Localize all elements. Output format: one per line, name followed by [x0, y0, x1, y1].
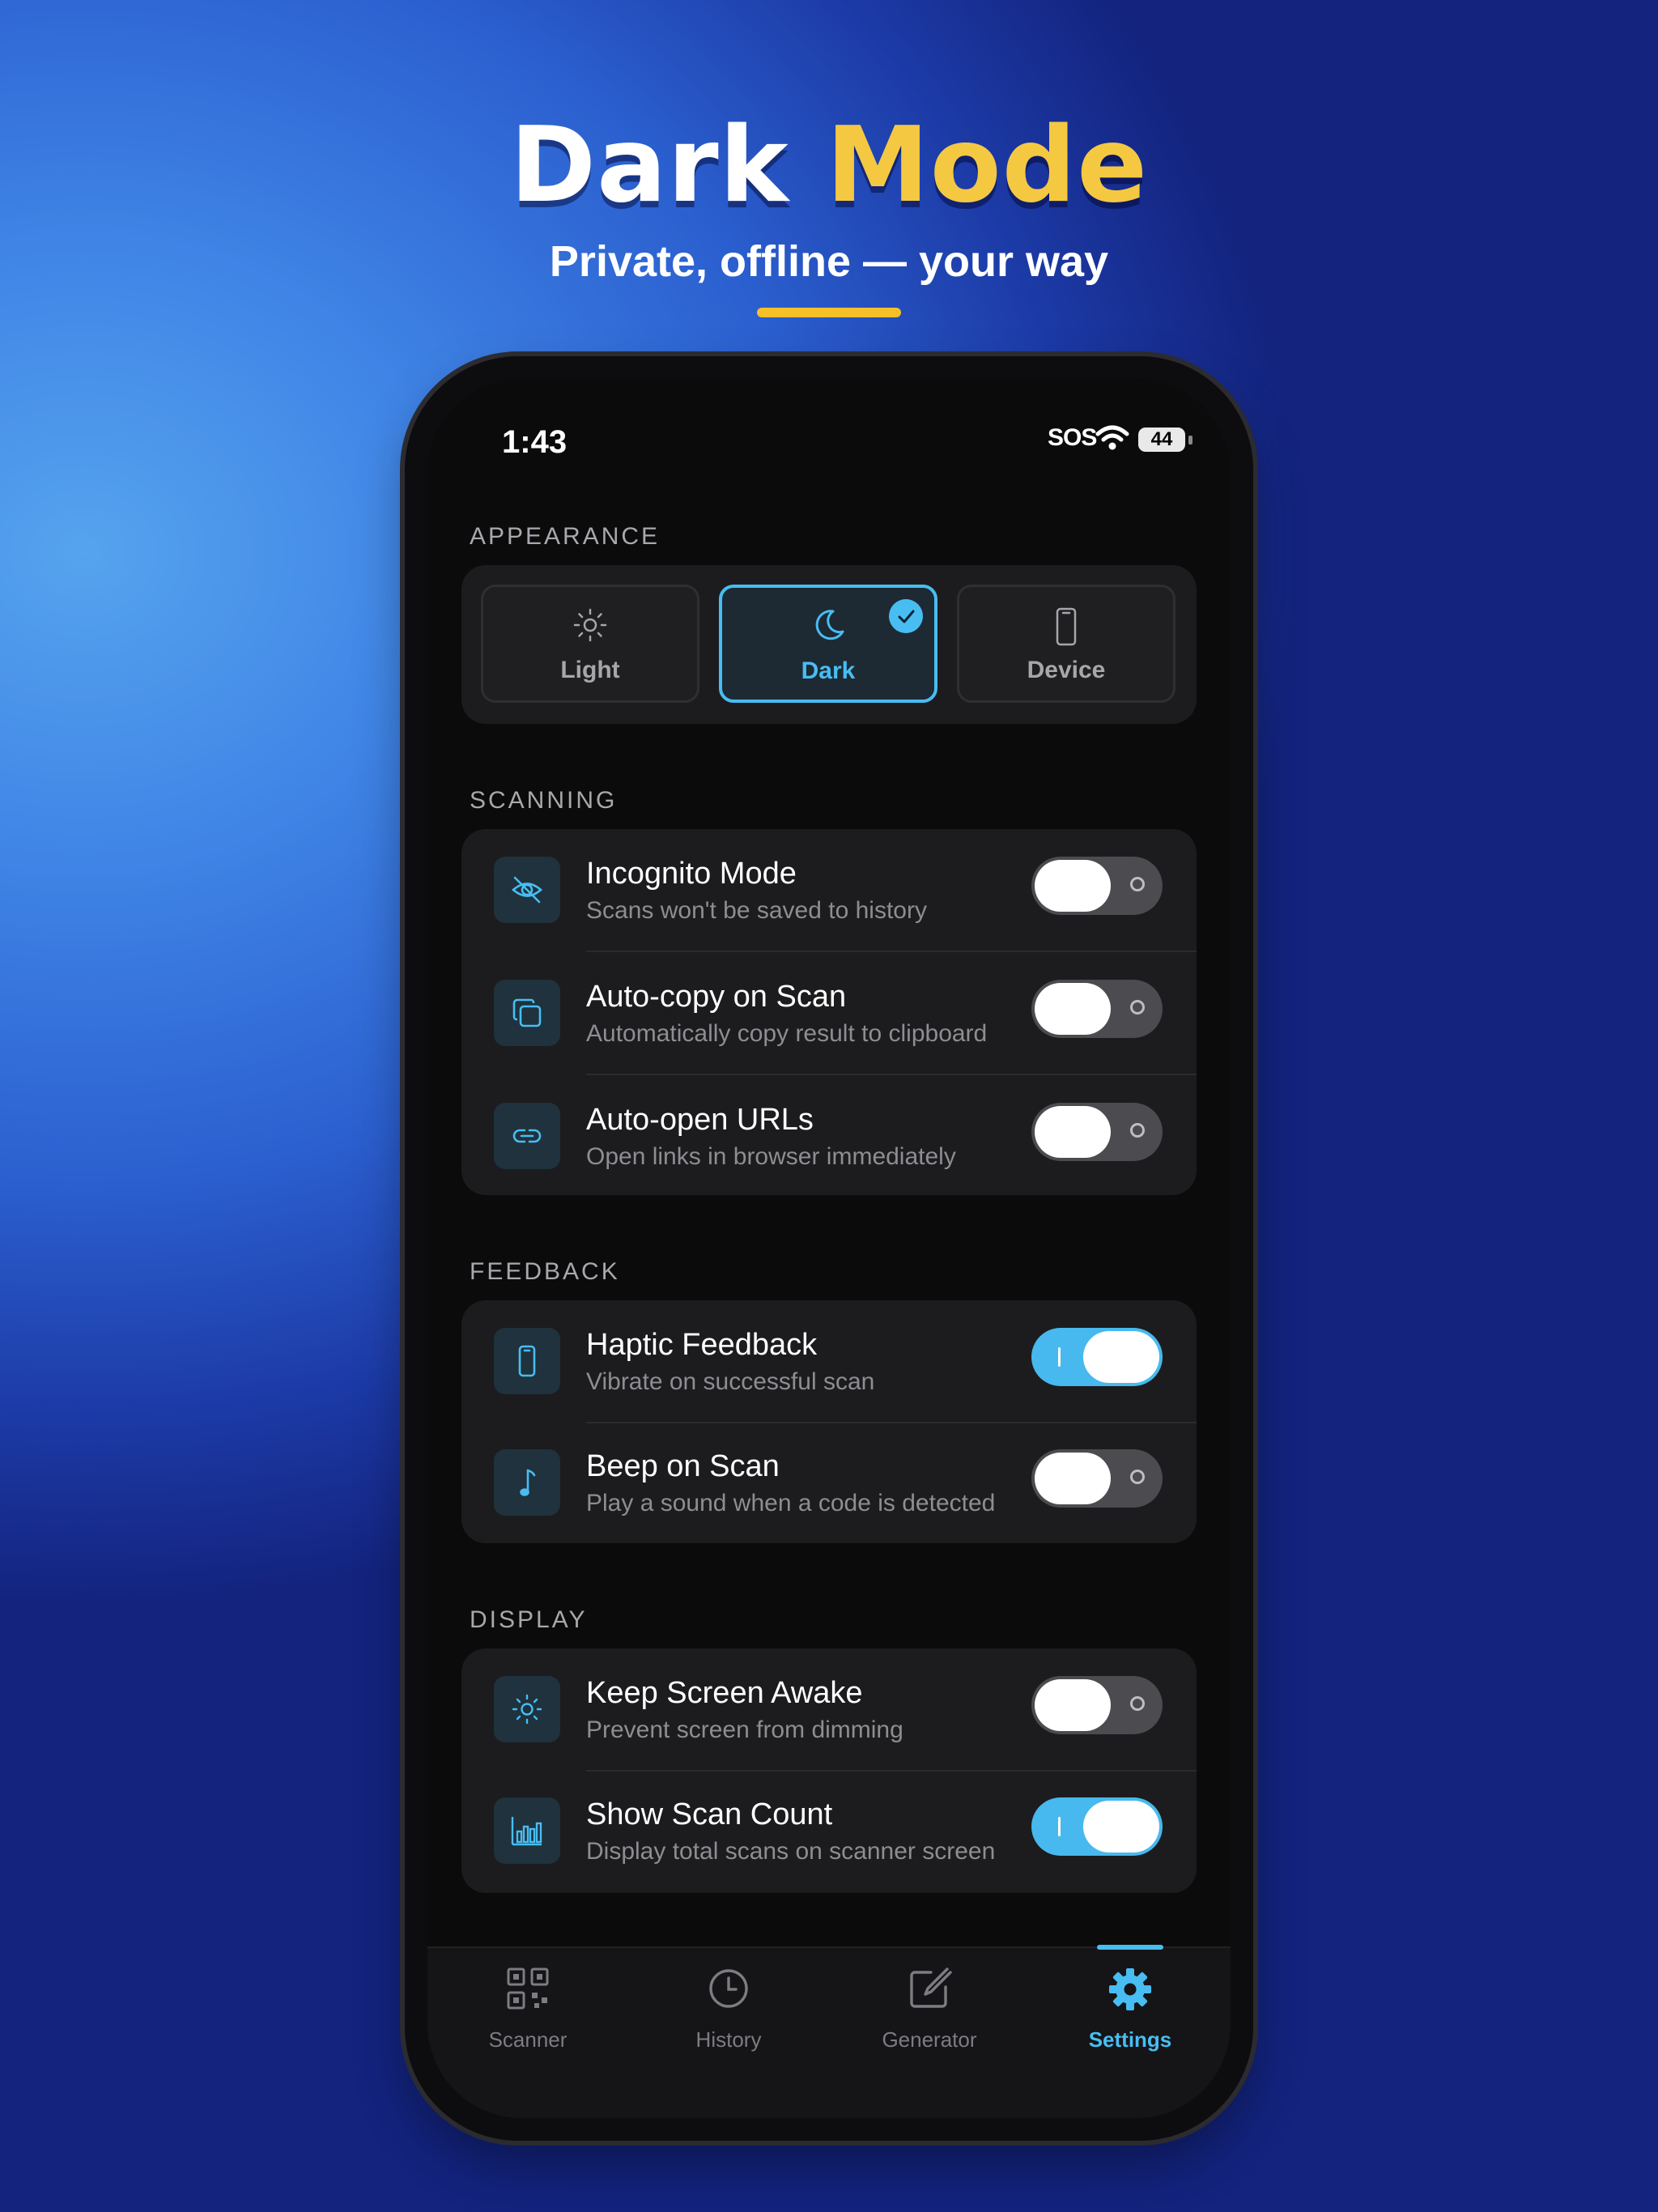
- active-tab-indicator: [1097, 1945, 1163, 1950]
- auto-copy-toggle[interactable]: [1031, 980, 1163, 1038]
- gear-icon: [1107, 1966, 1154, 2017]
- setting-subtitle: Display total scans on scanner screen: [586, 1838, 996, 1865]
- phone-screen: 1:43 SOS 44 APPEARANCE Light Dark Device…: [427, 379, 1231, 2118]
- setting-subtitle: Scans won't be saved to history: [586, 897, 927, 924]
- setting-subtitle: Play a sound when a code is detected: [586, 1490, 996, 1516]
- tab-label: History: [695, 2027, 762, 2052]
- tab-history[interactable]: History: [628, 1948, 829, 2061]
- beep-toggle[interactable]: [1031, 1449, 1163, 1508]
- setting-row-haptic: Haptic Feedback Vibrate on successful sc…: [461, 1300, 1197, 1423]
- display-card: Keep Screen Awake Prevent screen from di…: [461, 1648, 1197, 1893]
- haptic-toggle[interactable]: [1031, 1328, 1163, 1386]
- incognito-toggle[interactable]: [1031, 857, 1163, 915]
- tab-scanner[interactable]: Scanner: [427, 1948, 628, 2061]
- phone-icon: [1048, 606, 1085, 651]
- appearance-option-dark[interactable]: Dark: [719, 585, 937, 703]
- hero-subtitle: Private, offline — your way: [549, 237, 1109, 286]
- tab-bar: Scanner History Generator Settings: [427, 1945, 1231, 2118]
- appearance-option-label: Light: [560, 657, 620, 683]
- appearance-card: Light Dark Device: [461, 565, 1197, 724]
- setting-title: Keep Screen Awake: [586, 1676, 863, 1710]
- edit-icon: [907, 1966, 952, 2015]
- sun-icon: [572, 606, 609, 648]
- keep-awake-toggle[interactable]: [1031, 1676, 1163, 1734]
- copy-icon: [494, 980, 560, 1046]
- setting-subtitle: Prevent screen from dimming: [586, 1716, 903, 1743]
- setting-title: Show Scan Count: [586, 1797, 833, 1831]
- scanning-card: Incognito Mode Scans won't be saved to h…: [461, 829, 1197, 1195]
- scan-count-toggle[interactable]: [1031, 1797, 1163, 1856]
- hero-underline: [757, 308, 901, 317]
- setting-title: Haptic Feedback: [586, 1328, 818, 1362]
- section-label-scanning: SCANNING: [470, 787, 618, 814]
- appearance-option-device[interactable]: Device: [957, 585, 1175, 703]
- setting-subtitle: Automatically copy result to clipboard: [586, 1020, 988, 1047]
- setting-row-auto-copy: Auto-copy on Scan Automatically copy res…: [461, 952, 1197, 1075]
- link-icon: [494, 1103, 560, 1169]
- hero-title-accent: Mode: [826, 105, 1149, 226]
- music-note-icon: [494, 1449, 560, 1516]
- eye-slash-icon: [494, 857, 560, 923]
- tab-label: Scanner: [488, 2027, 568, 2052]
- setting-title: Beep on Scan: [586, 1449, 780, 1483]
- setting-row-beep: Beep on Scan Play a sound when a code is…: [461, 1422, 1197, 1545]
- setting-row-keep-awake: Keep Screen Awake Prevent screen from di…: [461, 1648, 1197, 1772]
- tab-generator[interactable]: Generator: [829, 1948, 1030, 2061]
- setting-row-auto-open: Auto-open URLs Open links in browser imm…: [461, 1075, 1197, 1198]
- status-bar: 1:43 SOS 44: [427, 418, 1231, 474]
- appearance-option-light[interactable]: Light: [481, 585, 699, 703]
- sun-icon: [494, 1676, 560, 1742]
- status-carrier: SOS: [1048, 424, 1097, 451]
- setting-title: Auto-open URLs: [586, 1103, 814, 1137]
- setting-subtitle: Vibrate on successful scan: [586, 1368, 875, 1395]
- feedback-card: Haptic Feedback Vibrate on successful sc…: [461, 1300, 1197, 1543]
- appearance-option-label: Device: [1027, 657, 1106, 683]
- bar-chart-icon: [494, 1797, 560, 1864]
- section-label-feedback: FEEDBACK: [470, 1258, 620, 1285]
- phone-icon: [494, 1328, 560, 1394]
- appearance-option-label: Dark: [801, 657, 856, 684]
- phone-frame: 1:43 SOS 44 APPEARANCE Light Dark Device…: [405, 356, 1253, 2141]
- tab-label: Generator: [882, 2027, 977, 2052]
- moon-icon: [810, 607, 847, 649]
- qr-code-icon: [505, 1966, 551, 2015]
- tab-settings[interactable]: Settings: [1030, 1945, 1231, 2061]
- auto-open-toggle[interactable]: [1031, 1103, 1163, 1161]
- hero-title: Dark Mode: [0, 105, 1658, 226]
- tab-label: Settings: [1088, 2027, 1172, 2052]
- battery-nub: [1188, 436, 1192, 445]
- wifi-icon: [1095, 423, 1130, 456]
- status-time: 1:43: [502, 424, 568, 460]
- setting-row-incognito: Incognito Mode Scans won't be saved to h…: [461, 829, 1197, 952]
- setting-row-scan-count: Show Scan Count Display total scans on s…: [461, 1770, 1197, 1893]
- section-label-appearance: APPEARANCE: [470, 523, 661, 550]
- hero-title-main: Dark: [509, 105, 789, 226]
- setting-subtitle: Open links in browser immediately: [586, 1143, 956, 1170]
- checkmark-icon: [889, 599, 923, 633]
- setting-title: Auto-copy on Scan: [586, 980, 847, 1014]
- setting-title: Incognito Mode: [586, 857, 797, 891]
- clock-icon: [706, 1966, 751, 2015]
- battery-indicator: 44: [1138, 428, 1185, 452]
- section-label-display: DISPLAY: [470, 1606, 588, 1633]
